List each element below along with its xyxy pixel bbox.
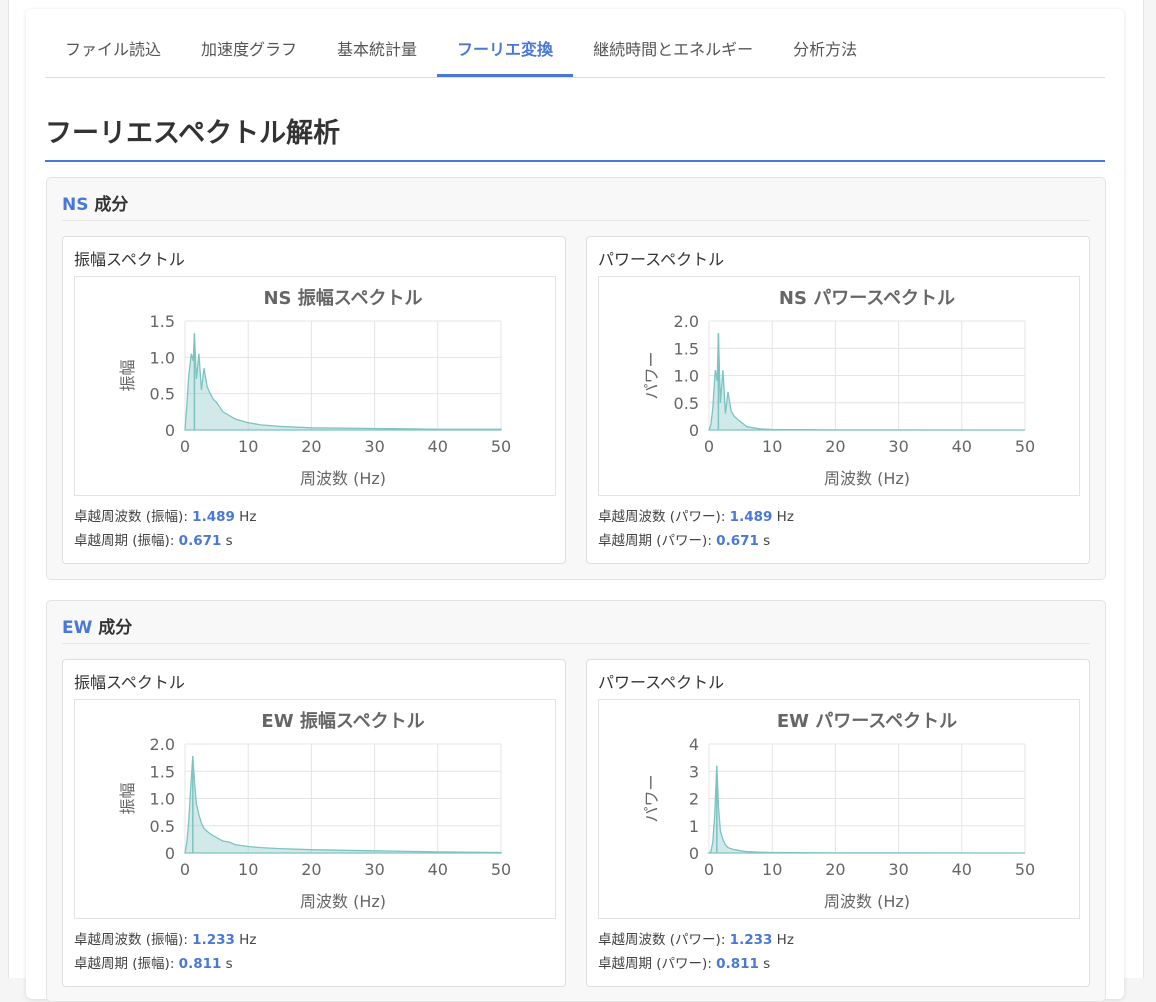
x-tick-label: 0 <box>704 437 714 456</box>
dominant-frequency: 卓越周波数 (パワー): 1.233 Hz <box>598 932 794 948</box>
spectrum-series <box>708 332 1026 431</box>
chart-title: NS パワースペクトル <box>779 288 955 309</box>
y-axis-label: 振幅 <box>118 359 137 391</box>
tab-duration-energy[interactable]: 継続時間とエネルギー <box>573 24 773 76</box>
y-tick-label: 1.5 <box>674 339 699 358</box>
x-axis-label: 周波数 (Hz) <box>824 892 910 911</box>
x-tick-label: 50 <box>1015 860 1035 879</box>
x-tick-label: 30 <box>364 437 384 456</box>
ns-section: NS 成分 振幅スペクトル NS 振幅スペクトル 0 10 20 30 40 50 0 0.5 1… <box>46 177 1106 580</box>
x-tick-label: 20 <box>825 860 845 879</box>
x-axis-label: 周波数 (Hz) <box>300 469 386 488</box>
x-tick-label: 40 <box>428 437 448 456</box>
x-tick-label: 40 <box>952 437 972 456</box>
y-tick-label: 0 <box>165 421 175 440</box>
x-tick-label: 0 <box>180 437 190 456</box>
chart-title: NS 振幅スペクトル <box>263 287 422 309</box>
ew-power-stats: 卓越周波数 (パワー): 1.233 Hz 卓越周期 (パワー): 0.811 … <box>598 928 794 976</box>
ns-power-panel: パワースペクトル NS パワースペクトル 0 10 20 30 40 50 0 0.5 1.0 1.… <box>586 236 1090 564</box>
component-name: NS <box>62 195 89 215</box>
ns-power-chart: NS パワースペクトル 0 10 20 30 40 50 0 0.5 1.0 1.5 2.0 周波数 (… <box>598 276 1080 496</box>
x-tick-label: 10 <box>762 860 782 879</box>
x-axis-label: 周波数 (Hz) <box>824 469 910 488</box>
x-tick-label: 0 <box>180 860 190 879</box>
dominant-frequency: 卓越周波数 (振幅): 1.233 Hz <box>74 932 257 948</box>
panel-title: パワースペクトル <box>598 673 725 692</box>
y-tick-label: 0 <box>689 844 699 863</box>
dominant-frequency: 卓越周波数 (パワー): 1.489 Hz <box>598 509 794 525</box>
ns-power-stats: 卓越周波数 (パワー): 1.489 Hz 卓越周期 (パワー): 0.671 … <box>598 505 794 553</box>
x-tick-label: 10 <box>238 860 258 879</box>
section-title: EW 成分 <box>62 613 1090 644</box>
panel-title: 振幅スペクトル <box>74 250 185 269</box>
y-tick-label: 4 <box>689 735 699 754</box>
component-name: EW <box>62 618 93 638</box>
x-tick-label: 10 <box>762 437 782 456</box>
ew-section: EW 成分 振幅スペクトル EW 振幅スペクトル 0 10 20 30 40 50 0 0.5 1… <box>46 600 1106 1002</box>
y-tick-label: 1.0 <box>150 348 175 367</box>
panel-title: パワースペクトル <box>598 250 725 269</box>
dominant-period: 卓越周期 (振幅): 0.671 s <box>74 533 233 549</box>
y-axis-label: パワー <box>642 774 661 822</box>
y-tick-label: 1.5 <box>150 312 175 331</box>
spectrum-series <box>184 755 502 854</box>
ew-amplitude-panel: 振幅スペクトル EW 振幅スペクトル 0 10 20 30 40 50 0 0.5 1.0 1.5 2… <box>62 659 566 987</box>
dominant-period: 卓越周期 (パワー): 0.671 s <box>598 533 771 549</box>
tab-file-load[interactable]: ファイル読込 <box>45 24 181 76</box>
spectrum-series <box>184 333 502 431</box>
dominant-period: 卓越周期 (パワー): 0.811 s <box>598 956 771 972</box>
y-tick-label: 2.0 <box>150 735 175 754</box>
chart-title: EW 振幅スペクトル <box>261 710 424 732</box>
ew-power-panel: パワースペクトル EW パワースペクトル 0 10 20 30 40 50 0 1 2 3 4 周波数 … <box>586 659 1090 987</box>
component-suffix: 成分 <box>88 195 129 215</box>
y-tick-label: 3 <box>689 762 699 781</box>
panel-title: 振幅スペクトル <box>74 673 185 692</box>
x-tick-label: 30 <box>888 860 908 879</box>
ew-power-chart: EW パワースペクトル 0 10 20 30 40 50 0 1 2 3 4 周波数 (Hz) パワー <box>598 699 1080 919</box>
x-axis-label: 周波数 (Hz) <box>300 892 386 911</box>
x-tick-label: 40 <box>428 860 448 879</box>
y-tick-label: 2.0 <box>674 312 699 331</box>
y-axis-label: パワー <box>642 351 661 399</box>
spectrum-series <box>707 765 1026 854</box>
y-tick-label: 2 <box>689 790 699 809</box>
y-tick-label: 1.0 <box>150 790 175 809</box>
dominant-frequency: 卓越周波数 (振幅): 1.489 Hz <box>74 509 257 525</box>
y-tick-label: 1.0 <box>674 367 699 386</box>
tab-acceleration-graph[interactable]: 加速度グラフ <box>181 24 317 76</box>
page-title: フーリエスペクトル解析 <box>45 112 1105 162</box>
ns-amplitude-stats: 卓越周波数 (振幅): 1.489 Hz 卓越周期 (振幅): 0.671 s <box>74 505 256 553</box>
x-tick-label: 10 <box>238 437 258 456</box>
ns-amplitude-chart: NS 振幅スペクトル 0 10 20 30 40 50 0 0.5 1.0 1.5 周波数 (Hz) 振… <box>74 276 556 496</box>
ns-amplitude-panel: 振幅スペクトル NS 振幅スペクトル 0 10 20 30 40 50 0 0.5 1.0 1.5 周… <box>62 236 566 564</box>
y-tick-label: 0.5 <box>150 385 175 404</box>
x-tick-label: 30 <box>364 860 384 879</box>
y-axis-label: 振幅 <box>118 782 137 814</box>
x-tick-label: 50 <box>491 860 511 879</box>
dominant-period: 卓越周期 (振幅): 0.811 s <box>74 956 233 972</box>
section-title: NS 成分 <box>62 190 1090 221</box>
y-tick-label: 0.5 <box>674 394 699 413</box>
x-tick-label: 20 <box>301 860 321 879</box>
tab-fourier-transform[interactable]: フーリエ変換 <box>437 24 574 77</box>
x-tick-label: 20 <box>301 437 321 456</box>
chart-title: EW パワースペクトル <box>777 711 957 732</box>
x-tick-label: 50 <box>491 437 511 456</box>
x-tick-label: 30 <box>888 437 908 456</box>
tab-basic-statistics[interactable]: 基本統計量 <box>317 24 437 76</box>
x-tick-label: 20 <box>825 437 845 456</box>
x-tick-label: 50 <box>1015 437 1035 456</box>
tab-analysis-method[interactable]: 分析方法 <box>773 24 877 76</box>
ew-amplitude-stats: 卓越周波数 (振幅): 1.233 Hz 卓越周期 (振幅): 0.811 s <box>74 928 256 976</box>
y-tick-label: 0.5 <box>150 817 175 836</box>
component-suffix: 成分 <box>92 618 133 638</box>
x-tick-label: 0 <box>704 860 714 879</box>
ew-amplitude-chart: EW 振幅スペクトル 0 10 20 30 40 50 0 0.5 1.0 1.5 2.0 周波数 (H… <box>74 699 556 919</box>
tab-bar: ファイル読込 加速度グラフ 基本統計量 フーリエ変換 継続時間とエネルギー 分析… <box>45 24 1105 78</box>
y-tick-label: 1.5 <box>150 762 175 781</box>
y-tick-label: 0 <box>689 421 699 440</box>
x-tick-label: 40 <box>952 860 972 879</box>
y-tick-label: 1 <box>689 817 699 836</box>
y-tick-label: 0 <box>165 844 175 863</box>
